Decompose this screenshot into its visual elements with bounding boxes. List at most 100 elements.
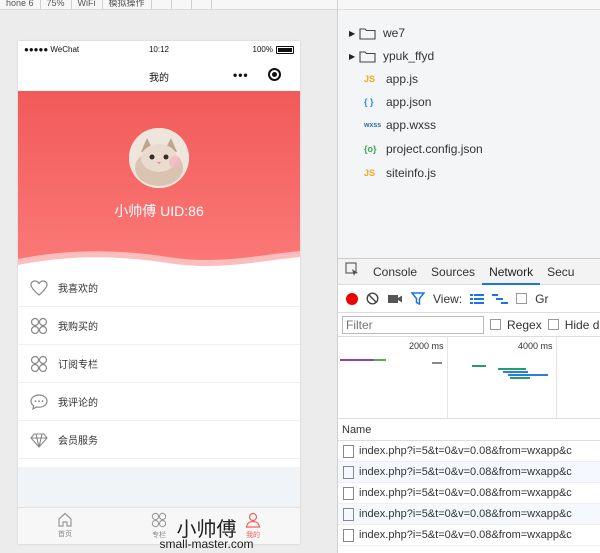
request-row[interactable]: index.php?i=5&t=0&v=0.08&from=wxapp&c	[338, 504, 600, 525]
rotate-icon[interactable]	[152, 0, 172, 9]
request-list: Name index.php?i=5&t=0&v=0.08&from=wxapp…	[338, 419, 600, 546]
menu-item-subscriptions[interactable]: 订阅专栏	[18, 345, 300, 383]
group-by-frame-checkbox[interactable]	[516, 293, 528, 304]
heart-icon	[30, 279, 48, 297]
timeline-grid-line	[447, 337, 448, 418]
regex-label: Regex	[507, 317, 542, 332]
file-name: app.json	[386, 95, 432, 109]
view-label: View:	[433, 291, 463, 306]
network-select[interactable]: WiFi	[72, 0, 103, 9]
content-filler	[18, 467, 300, 507]
avatar[interactable]	[129, 128, 189, 188]
camera-icon[interactable]	[387, 293, 403, 305]
simulator-toolbar: hone 6 75% WiFi 模拟操作	[0, 0, 337, 10]
file-tree-item[interactable]: ▶ we7	[338, 22, 405, 44]
request-row[interactable]: index.php?i=5&t=0&v=0.08&from=wxapp&c	[338, 462, 600, 483]
list-view-icon[interactable]	[470, 293, 485, 305]
filter-row: Regex Hide d	[338, 313, 600, 337]
document-icon	[343, 444, 354, 458]
phone-screen: ●●●●● WeChat 10:12 100% 我的 ••• 小帅傅 UID:8…	[18, 41, 300, 544]
regex-checkbox[interactable]	[490, 319, 501, 330]
devtools-tabs: Console Sources Network Secu	[338, 259, 600, 285]
file-tree: ▶ we7 ▶ ypuk_ffyd JS app.js { } app.json…	[338, 10, 600, 258]
waterfall-view-icon[interactable]	[492, 293, 509, 305]
request-row[interactable]: index.php?i=5&t=0&v=0.08&from=wxapp&c	[338, 483, 600, 504]
menu-item-favorites[interactable]: 我喜欢的	[18, 269, 300, 307]
file-tree-item[interactable]: ▶ ypuk_ffyd	[338, 45, 434, 67]
menu-item-label: 订阅专栏	[58, 360, 98, 371]
kitten-avatar-image	[129, 128, 189, 188]
menu-item-membership[interactable]: 会员服务	[18, 421, 300, 459]
js-file-icon: JS	[364, 74, 376, 84]
device-select[interactable]: hone 6	[0, 0, 41, 9]
nav-bar: 我的 •••	[18, 59, 300, 91]
battery-text: 100%	[252, 45, 273, 54]
timeline-bar	[503, 371, 528, 373]
tab-security[interactable]: Secu	[540, 259, 581, 285]
zoom-select[interactable]: 75%	[41, 0, 72, 9]
timeline-bar	[374, 359, 386, 361]
grid-petals-icon	[30, 317, 48, 335]
grid-petals-icon	[30, 355, 48, 373]
menu-item-purchased[interactable]: 我购买的	[18, 307, 300, 345]
timeline-bar	[340, 359, 374, 361]
wxss-file-icon: wxss	[364, 121, 382, 129]
profile-header: 小帅傅 UID:86	[18, 91, 300, 273]
request-url: index.php?i=5&t=0&v=0.08&from=wxapp&c	[359, 445, 572, 457]
folder-icon	[359, 50, 376, 63]
file-name: ypuk_ffyd	[383, 49, 435, 63]
tab-label: 首页	[58, 531, 72, 538]
file-tree-item[interactable]: JS app.js	[364, 68, 418, 90]
copy-icon[interactable]	[172, 0, 192, 9]
request-row[interactable]: index.php?i=5&t=0&v=0.08&from=wxapp&c	[338, 525, 600, 546]
more-dots-icon[interactable]: •••	[233, 68, 249, 82]
document-icon	[343, 486, 354, 500]
request-url: index.php?i=5&t=0&v=0.08&from=wxapp&c	[359, 529, 572, 541]
menu-item-label: 我喜欢的	[58, 284, 98, 295]
watermark-url: small-master.com	[159, 537, 254, 551]
timeline-bar	[510, 377, 530, 379]
request-row[interactable]: index.php?i=5&t=0&v=0.08&from=wxapp&c	[338, 441, 600, 462]
devtools-panel: Console Sources Network Secu View: Gr Re…	[338, 258, 600, 553]
timeline-grid-line	[556, 337, 557, 418]
home-icon	[58, 512, 72, 527]
menu-item-comments[interactable]: 我评论的	[18, 383, 300, 421]
document-icon	[343, 507, 354, 521]
capsule-close-icon[interactable]	[268, 68, 281, 81]
js-file-icon: JS	[364, 168, 376, 178]
ide-right-panel: ▶ we7 ▶ ypuk_ffyd JS app.js { } app.json…	[337, 0, 600, 553]
file-tree-item[interactable]: { } app.json	[364, 91, 431, 113]
timeline-bar	[508, 374, 548, 376]
file-name: siteinfo.js	[386, 166, 437, 180]
more-icon[interactable]	[192, 0, 212, 9]
tab-network[interactable]: Network	[482, 259, 541, 285]
menu-item-label: 我评论的	[58, 398, 98, 409]
request-url: index.php?i=5&t=0&v=0.08&from=wxapp&c	[359, 508, 572, 520]
hide-data-urls-checkbox[interactable]	[547, 319, 559, 330]
battery-status: 100%	[253, 45, 294, 54]
timeline-bar	[472, 365, 486, 367]
record-button[interactable]	[346, 292, 358, 305]
user-name-uid: 小帅傅 UID:86	[114, 203, 204, 219]
file-tree-item[interactable]: wxss app.wxss	[364, 114, 436, 136]
file-tree-item[interactable]: JS siteinfo.js	[364, 162, 436, 184]
document-icon	[343, 528, 354, 542]
file-tree-item[interactable]: {o} project.config.json	[364, 138, 483, 160]
network-timeline: 2000 ms 4000 ms	[338, 337, 600, 419]
name-column-header[interactable]: Name	[338, 419, 600, 441]
request-url: index.php?i=5&t=0&v=0.08&from=wxapp&c	[359, 487, 572, 499]
tab-console[interactable]: Console	[366, 259, 424, 285]
status-bar: ●●●●● WeChat 10:12 100%	[18, 41, 300, 59]
menu-item-label: 我购买的	[58, 322, 98, 333]
inspect-element-icon[interactable]	[338, 259, 366, 285]
filter-funnel-icon[interactable]	[411, 292, 425, 305]
tab-sources[interactable]: Sources	[424, 259, 482, 285]
simulate-action-select[interactable]: 模拟操作	[103, 0, 152, 9]
file-name: app.js	[386, 72, 419, 86]
expand-caret-icon[interactable]: ▶	[349, 52, 359, 61]
file-name: we7	[383, 26, 406, 40]
clear-icon[interactable]	[366, 292, 379, 305]
filter-input[interactable]	[342, 315, 484, 334]
tab-home[interactable]: 首页	[18, 508, 112, 544]
expand-caret-icon[interactable]: ▶	[349, 29, 359, 38]
